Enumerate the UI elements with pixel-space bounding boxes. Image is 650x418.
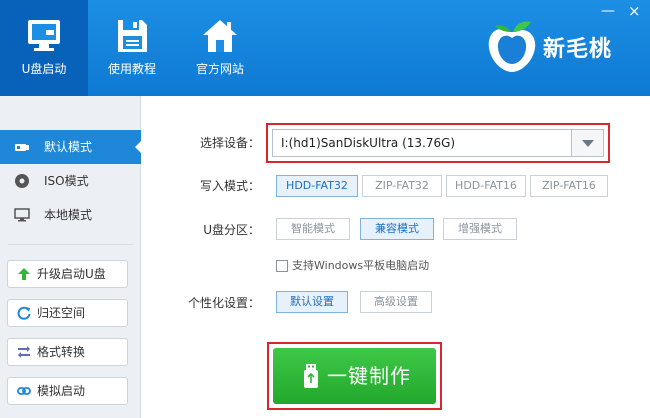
disc-icon	[15, 174, 29, 188]
nav-tutorial[interactable]: 使用教程	[88, 0, 176, 96]
close-button[interactable]: ×	[628, 4, 641, 19]
write-mode-hdd-fat32[interactable]: HDD-FAT32	[276, 175, 358, 197]
brand-logo: 新毛桃	[485, 18, 635, 78]
nav-usb-boot[interactable]: U盘启动	[0, 0, 88, 96]
nav-official-site[interactable]: 官方网站	[176, 0, 264, 96]
tool-label: 模拟启动	[37, 384, 86, 398]
chevron-down-icon	[582, 140, 594, 147]
nav-tutorial-label: 使用教程	[107, 62, 156, 76]
sidebar-item-label: ISO模式	[44, 174, 89, 188]
device-dropdown-button[interactable]	[571, 130, 603, 156]
sidebar-item-iso-mode[interactable]: ISO模式	[0, 164, 141, 198]
one-click-make-button[interactable]: 一键制作	[273, 348, 436, 404]
simulate-boot-button[interactable]: 模拟启动	[7, 377, 128, 405]
minimize-button[interactable]: —	[601, 4, 615, 18]
partition-label: U盘分区：	[203, 223, 260, 237]
link-icon	[17, 387, 31, 395]
sidebar-item-label: 本地模式	[44, 208, 93, 222]
usb-stick-icon	[304, 364, 318, 388]
sidebar: 默认模式 ISO模式 本地模式 升级启动U盘 归还空间 格式转换 模拟启动	[0, 96, 142, 418]
floppy-disk-icon	[118, 20, 147, 52]
partition-smart-mode[interactable]: 智能模式	[276, 218, 350, 240]
usb-drive-icon	[15, 144, 29, 151]
partition-compatible-mode[interactable]: 兼容模式	[360, 218, 434, 240]
device-select[interactable]: I:(hd1)SanDiskUltra (13.76G)	[272, 129, 604, 157]
windows-tablet-label: 支持Windows平板电脑启动	[292, 259, 430, 272]
convert-icon	[18, 346, 30, 358]
write-mode-hdd-fat16[interactable]: HDD-FAT16	[446, 175, 526, 197]
upgrade-arrow-icon	[18, 268, 30, 280]
personalize-label: 个性化设置：	[187, 296, 260, 310]
restore-icon	[17, 306, 31, 320]
nav-official-site-label: 官方网站	[195, 62, 244, 76]
home-icon	[203, 20, 237, 52]
brand-name: 新毛桃	[543, 37, 613, 62]
active-indicator	[135, 140, 142, 154]
tool-label: 归还空间	[37, 306, 86, 320]
restore-space-button[interactable]: 归还空间	[7, 299, 128, 327]
upgrade-usb-button[interactable]: 升级启动U盘	[7, 260, 128, 288]
device-label: 选择设备：	[199, 136, 260, 150]
tool-label: 升级启动U盘	[37, 267, 106, 281]
monitor-icon	[14, 208, 30, 222]
one-click-make-label: 一键制作	[327, 364, 411, 388]
sidebar-item-label: 默认模式	[44, 140, 93, 154]
sidebar-item-default-mode[interactable]: 默认模式	[0, 130, 142, 164]
monitor-icon	[28, 20, 60, 51]
write-mode-zip-fat16[interactable]: ZIP-FAT16	[530, 175, 608, 197]
advanced-settings-button[interactable]: 高级设置	[360, 291, 432, 313]
tool-label: 格式转换	[37, 345, 86, 359]
partition-enhanced-mode[interactable]: 增强模式	[443, 218, 517, 240]
default-settings-button[interactable]: 默认设置	[276, 291, 348, 313]
peach-logo-icon	[488, 21, 536, 73]
nav-usb-boot-label: U盘启动	[21, 62, 67, 76]
write-mode-label: 写入模式：	[199, 179, 260, 193]
sidebar-divider	[8, 244, 133, 245]
sidebar-item-local-mode[interactable]: 本地模式	[0, 198, 141, 232]
device-select-value: I:(hd1)SanDiskUltra (13.76G)	[281, 136, 456, 150]
windows-tablet-checkbox[interactable]	[276, 260, 288, 272]
write-mode-zip-fat32[interactable]: ZIP-FAT32	[362, 175, 442, 197]
format-convert-button[interactable]: 格式转换	[7, 338, 128, 366]
header-bar: U盘启动 使用教程 官方网站 新毛桃 — ×	[0, 0, 650, 96]
